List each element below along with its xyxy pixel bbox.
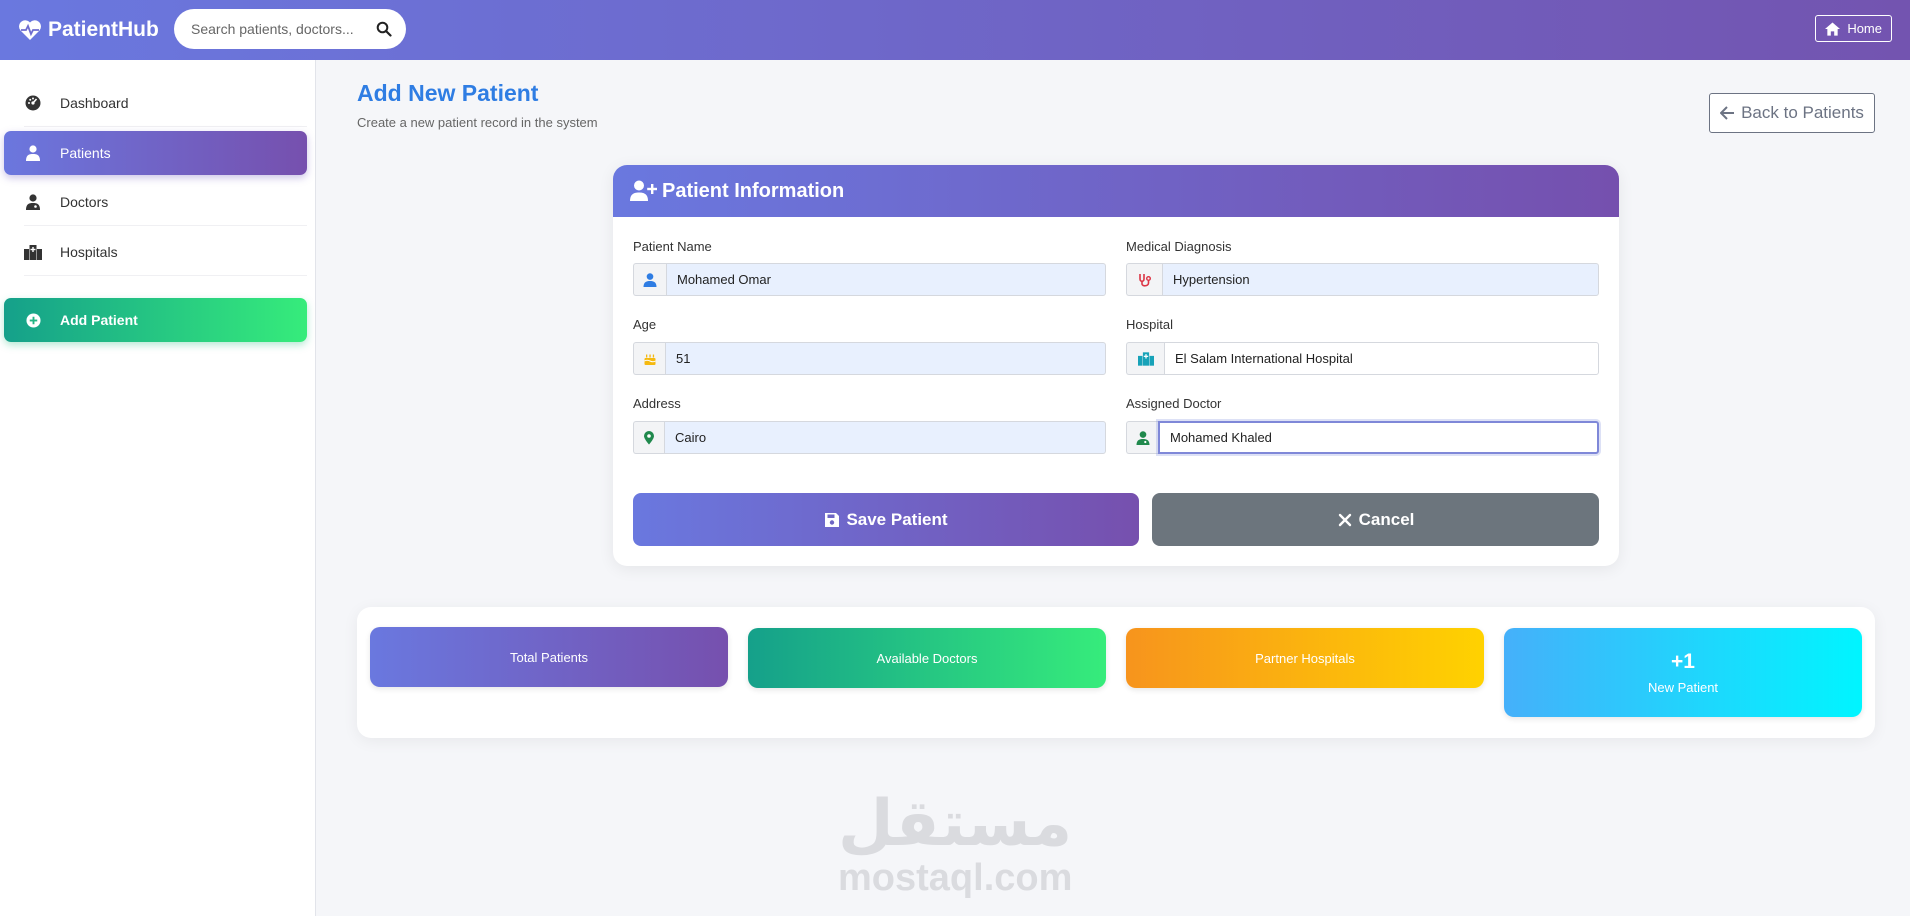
card-title: Patient Information <box>662 179 845 202</box>
search-box <box>174 9 406 49</box>
close-icon <box>1338 513 1351 526</box>
patient-name-field <box>633 263 1106 296</box>
back-to-patients-button[interactable]: Back to Patients <box>1709 93 1875 133</box>
stats-panel: Total Patients Available Doctors Partner… <box>357 607 1875 738</box>
stat-card-total-patients: Total Patients <box>370 627 728 687</box>
brand-name: PatientHub <box>48 18 159 41</box>
stat-label: Total Patients <box>509 649 589 665</box>
stat-card-new-patient: +1 New Patient <box>1504 628 1862 717</box>
diagnosis-label: Medical Diagnosis <box>1126 239 1232 254</box>
map-marker-icon <box>633 421 664 454</box>
sidebar-item-add-patient[interactable]: Add Patient <box>4 298 307 342</box>
cancel-label: Cancel <box>1358 509 1415 529</box>
cancel-button[interactable]: Cancel <box>1152 493 1599 546</box>
diagnosis-input[interactable] <box>1162 263 1599 296</box>
watermark-logo: مستقل mostaql.com <box>838 787 1073 899</box>
sidebar-item-dashboard[interactable]: Dashboard <box>4 81 307 127</box>
sidebar-item-doctors[interactable]: Doctors <box>4 180 307 226</box>
watermark-arabic: مستقل <box>838 787 1073 861</box>
sidebar-item-label: Add Patient <box>60 312 138 328</box>
hospital-input[interactable] <box>1164 342 1599 375</box>
address-label: Address <box>633 396 681 411</box>
save-patient-button[interactable]: Save Patient <box>633 493 1139 546</box>
stat-label: New Patient <box>1647 680 1719 695</box>
birthday-cake-icon <box>633 342 665 375</box>
sidebar-item-label: Patients <box>60 145 111 161</box>
sidebar-item-label: Hospitals <box>60 244 118 260</box>
search-input[interactable] <box>191 21 371 37</box>
floppy-disk-icon <box>825 512 840 527</box>
doctor-input[interactable] <box>1158 421 1599 454</box>
stethoscope-icon <box>1126 263 1162 296</box>
address-input[interactable] <box>664 421 1106 454</box>
sidebar-item-label: Doctors <box>60 194 109 210</box>
home-button[interactable]: Home <box>1815 15 1892 42</box>
patient-name-input[interactable] <box>666 263 1106 296</box>
back-label: Back to Patients <box>1741 103 1864 122</box>
user-doctor-icon <box>24 193 42 211</box>
address-field <box>633 421 1106 454</box>
page-title: Add New Patient <box>357 80 539 106</box>
user-doctor-icon <box>1126 421 1158 454</box>
save-label: Save Patient <box>846 509 948 529</box>
diagnosis-field <box>1126 263 1599 296</box>
home-label: Home <box>1847 21 1882 36</box>
age-input[interactable] <box>665 342 1106 375</box>
user-injured-icon <box>24 144 42 162</box>
user-plus-icon <box>630 180 657 201</box>
sidebar-item-hospitals[interactable]: Hospitals <box>4 230 307 276</box>
stat-label: Available Doctors <box>876 650 978 666</box>
stat-card-available-doctors: Available Doctors <box>748 628 1106 688</box>
search-icon[interactable] <box>376 21 392 37</box>
dashboard-icon <box>24 94 42 112</box>
age-field <box>633 342 1106 375</box>
hospital-field <box>1126 342 1599 375</box>
plus-circle-icon <box>24 311 42 329</box>
sidebar-item-patients[interactable]: Patients <box>4 131 307 175</box>
hospital-icon <box>1126 342 1164 375</box>
heartbeat-icon <box>19 20 41 40</box>
hospital-label: Hospital <box>1126 317 1173 332</box>
stat-label: Partner Hospitals <box>1255 650 1355 666</box>
hospital-icon <box>24 243 42 261</box>
home-icon <box>1825 21 1841 36</box>
watermark-latin: mostaql.com <box>838 857 1073 899</box>
patient-form-card: Patient Information Patient Name Medical… <box>613 165 1619 566</box>
user-icon <box>633 263 666 296</box>
sidebar: Dashboard Patients Doctors Hospitals Add… <box>0 60 316 916</box>
stat-value: +1 <box>1671 650 1695 673</box>
doctor-field <box>1126 421 1599 454</box>
card-header: Patient Information <box>613 165 1619 217</box>
age-label: Age <box>633 317 657 332</box>
brand-logo[interactable]: PatientHub <box>18 18 159 42</box>
page-subtitle: Create a new patient record in the syste… <box>357 115 598 130</box>
doctor-label: Assigned Doctor <box>1126 396 1222 411</box>
top-navbar: PatientHub Home <box>0 0 1910 60</box>
arrow-left-icon <box>1720 106 1735 120</box>
stat-card-partner-hospitals: Partner Hospitals <box>1126 628 1484 688</box>
patient-name-label: Patient Name <box>633 239 712 254</box>
sidebar-item-label: Dashboard <box>60 95 129 111</box>
